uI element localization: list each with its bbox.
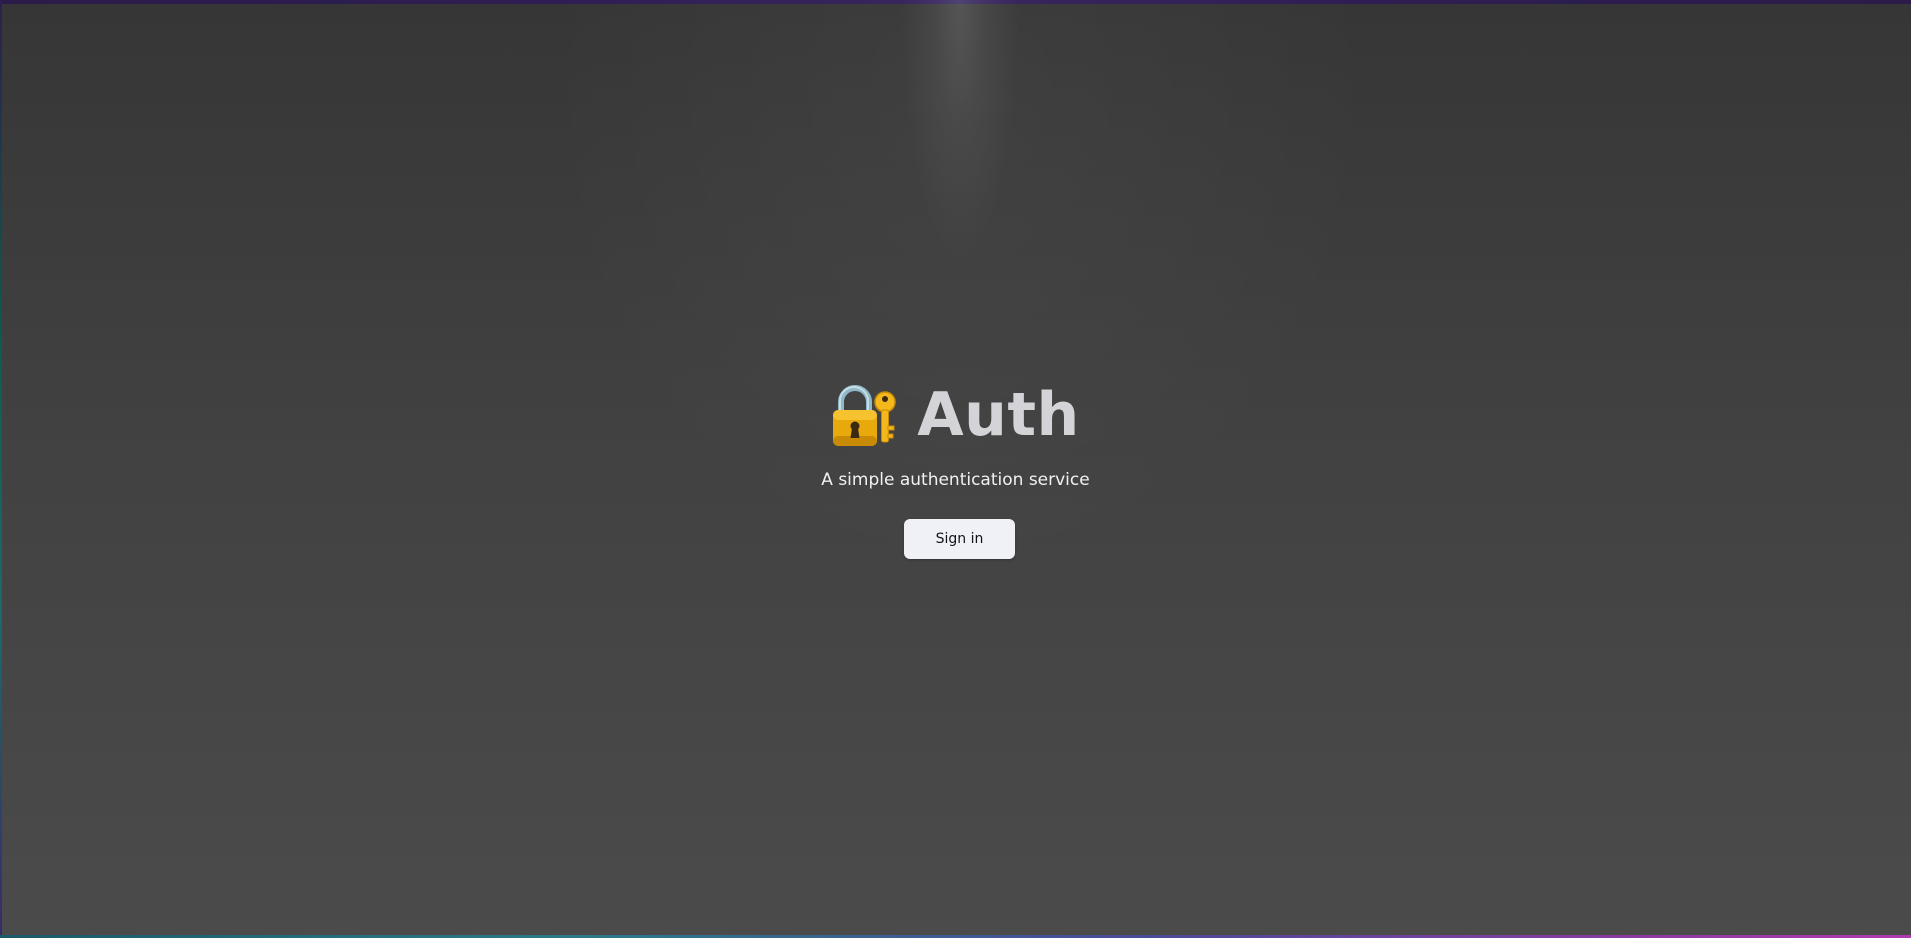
page-header: Auth — [0, 380, 1911, 450]
app-window: Auth A simple authentication service Sig… — [0, 0, 1911, 938]
page-subtitle: A simple authentication service — [821, 470, 1090, 490]
sign-in-button[interactable]: Sign in — [904, 519, 1015, 559]
locked-with-key-icon — [831, 382, 899, 448]
page-title: Auth — [917, 380, 1080, 450]
landing-content: Auth A simple authentication service Sig… — [0, 0, 1911, 938]
